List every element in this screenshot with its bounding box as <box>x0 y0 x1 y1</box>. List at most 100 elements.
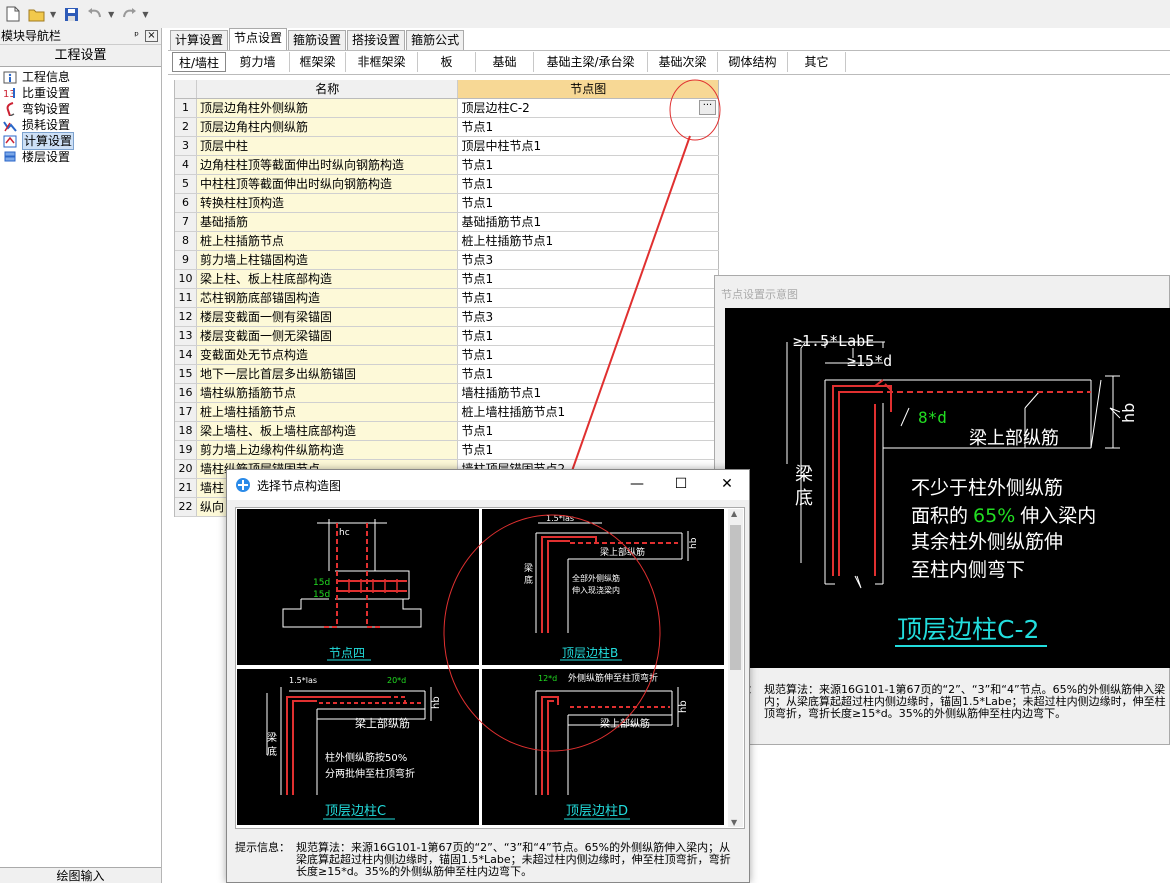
table-row[interactable]: 16 墙柱纵筋插筋节点 墙柱插筋节点1 <box>175 384 719 403</box>
thumb4-caption: 顶层边柱D <box>566 804 628 819</box>
browse-node-button[interactable]: ··· <box>698 100 716 115</box>
scrollbar-thumb[interactable] <box>730 525 741 670</box>
nav-close-button[interactable]: × <box>145 30 158 42</box>
thumb3-label-b: 20*d <box>387 676 406 685</box>
nav-item-loss[interactable]: 损耗设置 <box>0 117 161 133</box>
node-thumb-top-edge-column-d[interactable]: 12*d 外侧纵筋伸至柱顶弯折 梁上部纵筋 hb 顶层边柱D <box>482 669 724 825</box>
thumb4-label-d: hb <box>678 700 689 713</box>
table-row[interactable]: 10 梁上柱、板上柱底部构造 节点1 <box>175 270 719 289</box>
calc-icon <box>3 135 17 148</box>
table-row[interactable]: 9 剪力墙上柱锚固构造 节点3 <box>175 251 719 270</box>
dialog-scrollbar[interactable]: ▲ ▼ <box>728 509 743 827</box>
tab-slab[interactable]: 板 <box>418 52 476 72</box>
table-row[interactable]: 13 楼层变截面一侧无梁锚固 节点1 <box>175 327 719 346</box>
tab-column[interactable]: 柱/墙柱 <box>172 52 226 72</box>
open-dropdown-icon[interactable]: ▼ <box>50 10 56 19</box>
nav-item-weight[interactable]: 13 比重设置 <box>0 85 161 101</box>
table-row[interactable]: 5 中柱柱顶等截面伸出时纵向钢筋构造 节点1 <box>175 175 719 194</box>
table-row[interactable]: 18 梁上墙柱、板上墙柱底部构造 节点1 <box>175 422 719 441</box>
thumb2-caption: 顶层边柱B <box>562 645 618 660</box>
thumb3-label-d: 柱外侧纵筋按50% <box>325 751 407 764</box>
dialog-hint: 提示信息： 规范算法：来源16G101-1第67页的“2”、“3”和“4”节点。… <box>235 842 740 878</box>
toolbar: ▼ ▼ ▼ <box>0 0 1170 28</box>
folder-open-icon <box>28 9 45 21</box>
floor-icon <box>4 151 16 162</box>
table-row[interactable]: 2 顶层边角柱内侧纵筋 节点1 <box>175 118 719 137</box>
nav-section-header[interactable]: 工程设置 <box>0 45 161 67</box>
module-nav-panel: 模块导航栏 ᵖ × 工程设置 工程信息 13 比重设置 弯钩设置 损耗设置 计算… <box>0 28 162 883</box>
open-file-button[interactable] <box>26 3 48 25</box>
preview-label-beam-bottom-2: 底 <box>795 488 813 509</box>
thumb1-caption: 节点四 <box>329 646 365 660</box>
table-row[interactable]: 17 桩上墙柱插筋节点 桩上墙柱插筋节点1 <box>175 403 719 422</box>
nav-item-project-info[interactable]: 工程信息 <box>0 69 161 85</box>
node-thumb-top-edge-column-b[interactable]: 1.5*las 梁上部纵筋 全部外侧纵筋 伸入现浇梁内 梁 底 hb 顶层边柱B <box>482 509 724 665</box>
table-row[interactable]: 15 地下一层比首层多出纵筋锚固 节点1 <box>175 365 719 384</box>
node-diagram: ≥1.5*LabE ≥15*d 8*d hb 梁上部纵筋 梁 底 不少于柱外侧纵… <box>786 332 1138 647</box>
weight-icon: 13 <box>3 88 16 100</box>
tab-stirrup-settings[interactable]: 箍筋设置 <box>288 30 347 50</box>
dialog-close-button[interactable]: ✕ <box>712 476 742 492</box>
undo-dropdown-icon[interactable]: ▼ <box>108 10 114 19</box>
tab-foundation-secondary-beam[interactable]: 基础次梁 <box>648 52 718 72</box>
pin-icon[interactable]: ᵖ <box>134 28 139 44</box>
nav-item-hook[interactable]: 弯钩设置 <box>0 101 161 117</box>
table-row[interactable]: 3 顶层中柱 顶层中柱节点1 <box>175 137 719 156</box>
loss-icon <box>3 121 17 132</box>
tab-calc-settings[interactable]: 计算设置 <box>170 30 229 50</box>
thumb2-label-f: 底 <box>524 574 533 586</box>
grid-header: 名称 节点图 <box>175 80 719 99</box>
new-file-button[interactable] <box>2 3 24 25</box>
nav-title: 模块导航栏 <box>1 29 62 43</box>
nav-bottom-tab[interactable]: 绘图输入 <box>0 867 161 883</box>
tab-non-frame-beam[interactable]: 非框架梁 <box>346 52 418 72</box>
tab-shear-wall[interactable]: 剪力墙 <box>226 52 290 72</box>
thumb2-label-a: 1.5*las <box>546 514 574 523</box>
tab-lap-settings[interactable]: 搭接设置 <box>347 30 406 50</box>
settings-tabs: 计算设置 节点设置 箍筋设置 搭接设置 箍筋公式 <box>170 28 465 50</box>
thumb3-label-h: hb <box>431 696 442 709</box>
table-row[interactable]: 19 剪力墙上边缘构件纵筋构造 节点1 <box>175 441 719 460</box>
table-row[interactable]: 4 边角柱柱顶等截面伸出时纵向钢筋构造 节点1 <box>175 156 719 175</box>
hook-icon <box>6 102 15 116</box>
tab-other[interactable]: 其它 <box>788 52 846 72</box>
scroll-up-icon[interactable]: ▲ <box>731 509 737 518</box>
table-row[interactable]: 8 桩上柱插筋节点 桩上柱插筋节点1 <box>175 232 719 251</box>
preview-drawing: ≥1.5*LabE ≥15*d 8*d hb 梁上部纵筋 梁 底 不少于柱外侧纵… <box>725 308 1170 668</box>
preview-desc-line2: 面积的 65% 伸入梁内 <box>911 505 1096 527</box>
scroll-down-icon[interactable]: ▼ <box>731 818 737 827</box>
node-thumb-top-edge-column-c[interactable]: 1.5*las 20*d 梁上部纵筋 柱外侧纵筋按50% 分两批伸至柱顶弯折 梁… <box>237 669 479 825</box>
tab-masonry[interactable]: 砌体结构 <box>718 52 788 72</box>
app-window: ▼ ▼ ▼ 模块导航栏 ᵖ × 工程设置 工程信息 13 比重设置 弯钩设置 损… <box>0 0 1170 883</box>
tab-stirrup-formula[interactable]: 箍筋公式 <box>406 30 465 50</box>
preview-label-labe: ≥1.5*LabE <box>793 332 874 350</box>
tab-foundation-main-beam[interactable]: 基础主梁/承台梁 <box>534 52 648 72</box>
undo-button[interactable] <box>84 3 106 25</box>
redo-dropdown-icon[interactable]: ▼ <box>142 10 148 19</box>
node-thumb-node-four[interactable]: hc 15d 15d 节点四 <box>237 509 479 665</box>
preview-hint-text: 规范算法：来源16G101-1第67页的“2”、“3”和“4”节点。65%的外侧… <box>764 683 1166 720</box>
save-button[interactable] <box>60 3 82 25</box>
table-row[interactable]: 12 楼层变截面一侧有梁锚固 节点3 <box>175 308 719 327</box>
tab-node-settings[interactable]: 节点设置 <box>229 28 288 50</box>
redo-icon <box>123 8 137 18</box>
nav-titlebar: 模块导航栏 ᵖ × <box>0 28 161 45</box>
node-settings-grid: 名称 节点图 1 顶层边角柱外侧纵筋 顶层边柱C-2 ··· 2 顶层边角柱内侧纵筋 节点… <box>174 80 719 517</box>
nav-item-calc[interactable]: 计算设置 <box>0 132 161 150</box>
thumb1-label-c: 15d <box>313 590 330 600</box>
thumb4-label-a: 12*d <box>538 674 557 683</box>
nav-item-floor[interactable]: 楼层设置 <box>0 149 161 165</box>
dialog-maximize-button[interactable]: ☐ <box>666 476 696 492</box>
table-row[interactable]: 7 基础插筋 基础插筋节点1 <box>175 213 719 232</box>
save-icon <box>64 7 78 21</box>
undo-icon <box>88 8 102 18</box>
table-row[interactable]: 11 芯柱钢筋底部锚固构造 节点1 <box>175 289 719 308</box>
tab-frame-beam[interactable]: 框架梁 <box>290 52 346 72</box>
table-row[interactable]: 1 顶层边角柱外侧纵筋 顶层边柱C-2 ··· <box>175 99 719 118</box>
node-thumbnail-list: hc 15d 15d 节点四 1.5*las 梁上部纵筋 全部外侧纵筋 伸入现浇… <box>235 507 745 829</box>
redo-button[interactable] <box>118 3 140 25</box>
table-row[interactable]: 6 转换柱柱顶构造 节点1 <box>175 194 719 213</box>
dialog-minimize-button[interactable]: — <box>622 476 652 492</box>
tab-foundation[interactable]: 基础 <box>476 52 534 72</box>
table-row[interactable]: 14 变截面处无节点构造 节点1 <box>175 346 719 365</box>
